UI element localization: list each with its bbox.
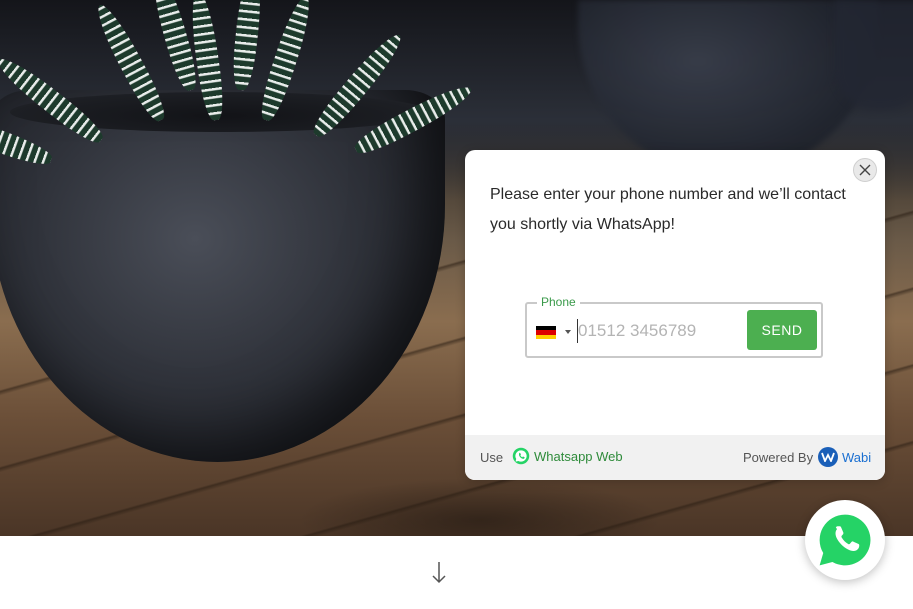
wabi-logo-icon (818, 447, 838, 467)
whatsapp-icon (512, 447, 530, 465)
phone-label: Phone (537, 294, 580, 310)
whatsapp-icon (819, 514, 871, 566)
phone-field: Phone SEND (525, 294, 823, 358)
widget-prompt-text: Please enter your phone number and we’ll… (490, 186, 846, 233)
whatsapp-web-link[interactable]: Whatsapp Web (512, 447, 623, 465)
powered-by-label: Powered By (743, 450, 814, 465)
close-icon (859, 164, 871, 176)
germany-flag-icon[interactable] (536, 326, 556, 339)
phone-input[interactable] (577, 319, 738, 343)
whatsapp-contact-widget: Please enter your phone number and we’ll… (465, 150, 885, 480)
chevron-down-icon[interactable] (565, 330, 571, 334)
send-button[interactable]: SEND (747, 310, 817, 350)
background-pot-edge (835, 0, 913, 110)
whatsapp-web-label: Whatsapp Web (534, 448, 623, 464)
arrow-down-icon[interactable] (429, 560, 449, 586)
wabi-link[interactable]: Wabi (818, 447, 871, 467)
widget-footer: Use Whatsapp Web Powered By Wabi (465, 435, 885, 480)
close-button[interactable] (853, 158, 877, 182)
use-label: Use (480, 450, 504, 465)
wabi-brand-label: Wabi (842, 449, 872, 465)
whatsapp-chat-button[interactable] (805, 500, 885, 580)
